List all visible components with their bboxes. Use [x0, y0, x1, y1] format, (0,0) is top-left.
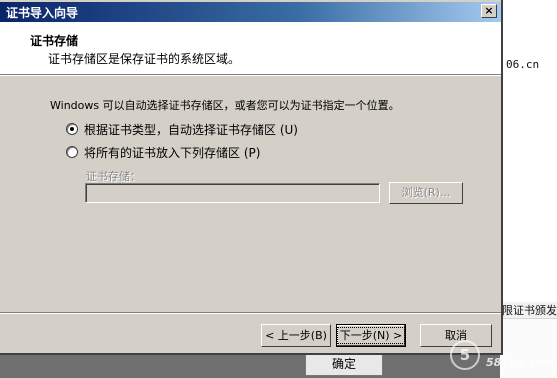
radio-place-in-store[interactable]: 将所有的证书放入下列存储区 (P)	[66, 144, 260, 160]
watermark-symbol: 5	[450, 340, 480, 370]
radio-button-checked[interactable]	[66, 123, 78, 135]
next-button[interactable]: 下一步(N) >	[336, 324, 406, 347]
title-bar[interactable]: 证书导入向导 ×	[0, 2, 501, 22]
header-divider	[0, 74, 501, 76]
close-icon[interactable]: ×	[481, 4, 497, 18]
radio-label[interactable]: 将所有的证书放入下列存储区 (P)	[84, 144, 260, 161]
watermark-text: 583go.com	[486, 356, 555, 369]
page-subtitle: 证书存储区是保存证书的系统区域。	[48, 52, 241, 66]
description-text: Windows 可以自动选择证书存储区，或者您可以为证书指定一个位置。	[50, 99, 400, 112]
footer-divider	[0, 312, 501, 314]
watermark-logo: 5 583go.com	[448, 336, 557, 378]
screen: 06.cn 限证书颁发 确定 证书导入向导 × 证书存储 证书存储区是保存证书的…	[0, 0, 557, 378]
background-note-text: 限证书颁发	[500, 302, 557, 318]
dialog-title: 证书导入向导	[6, 6, 79, 20]
back-button[interactable]: < 上一步(B)	[261, 324, 331, 347]
page-title: 证书存储	[30, 34, 79, 48]
browse-button: 浏览(R)...	[389, 182, 463, 204]
background-ok-button[interactable]: 确定	[305, 352, 383, 376]
header-panel: 证书存储 证书存储区是保存证书的系统区域。	[0, 22, 501, 74]
certificate-import-wizard-dialog: 证书导入向导 × 证书存储 证书存储区是保存证书的系统区域。 Windows 可…	[0, 0, 503, 355]
radio-auto-select-store[interactable]: 根据证书类型，自动选择证书存储区 (U)	[66, 121, 298, 137]
radio-button-unchecked[interactable]	[66, 146, 78, 158]
background-domain-text: 06.cn	[506, 58, 540, 71]
certificate-store-field	[85, 183, 380, 203]
next-button-label: 下一步(N) >	[336, 327, 406, 344]
certificate-store-label: 证书存储：	[86, 170, 141, 183]
radio-label[interactable]: 根据证书类型，自动选择证书存储区 (U)	[84, 121, 298, 138]
